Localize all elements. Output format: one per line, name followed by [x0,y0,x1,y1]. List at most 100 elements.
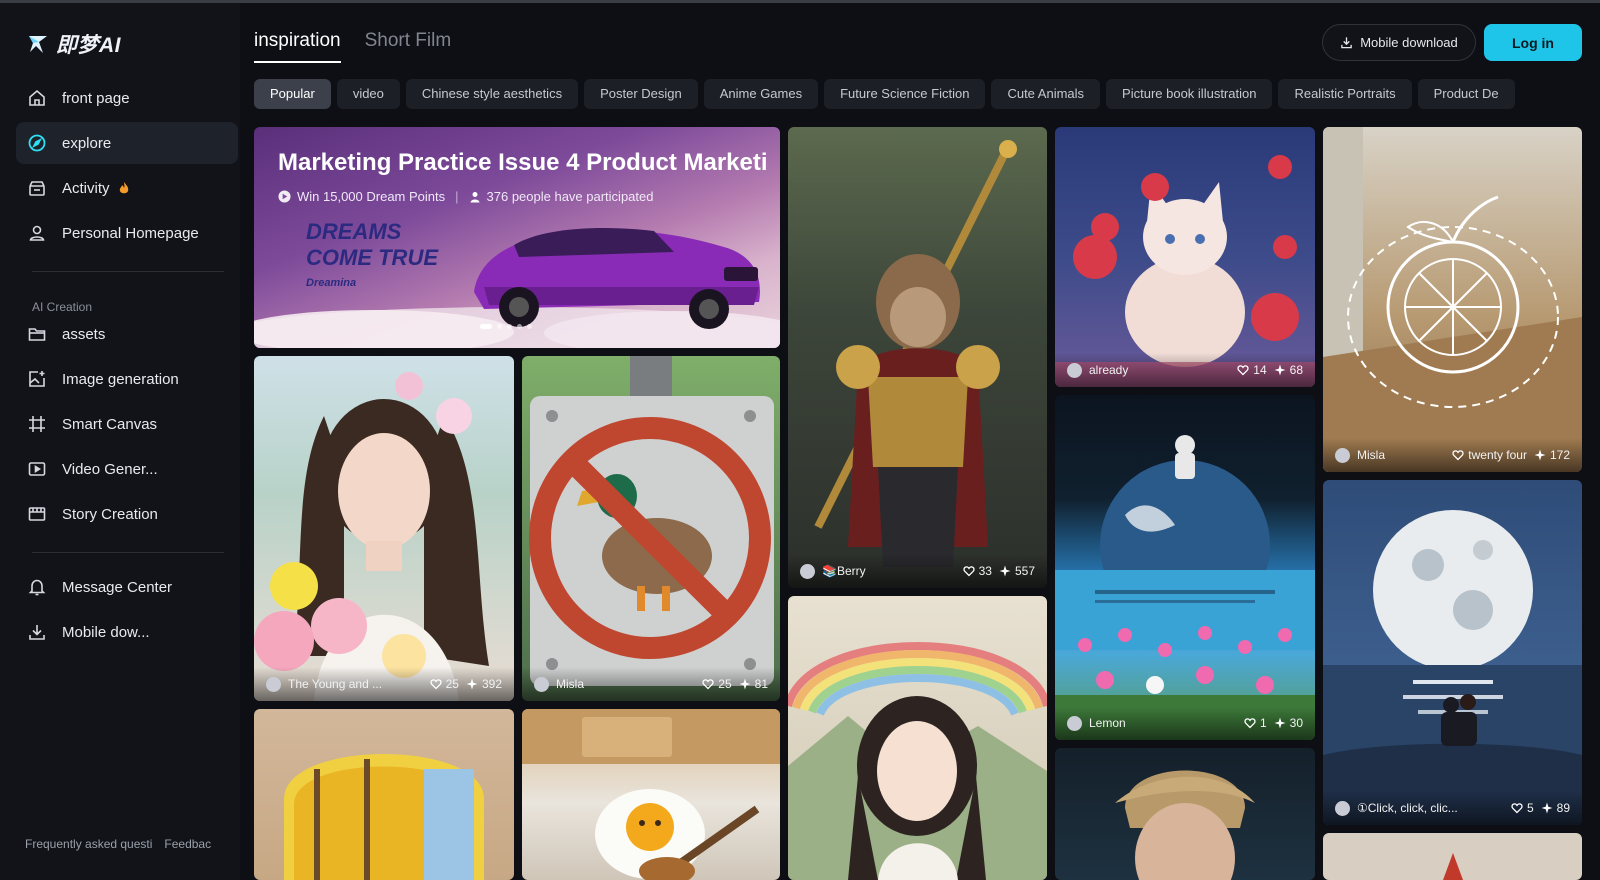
download-label: Mobile download [1360,35,1458,50]
like-stat[interactable]: 14 [1237,363,1267,377]
gallery-card[interactable]: The Young and ... 25 392 [254,356,514,701]
category-chip[interactable]: Cute Animals [991,79,1101,109]
remix-stat[interactable]: 172 [1534,448,1570,462]
app-logo[interactable]: 即梦AI [26,29,121,59]
like-stat[interactable]: 25 [702,677,732,691]
image-gen-icon [26,368,48,390]
tab-inspiration[interactable]: inspiration [254,30,341,63]
avatar[interactable] [800,563,815,579]
author-name[interactable]: ①Click, click, clic... [1357,801,1504,815]
nav-mobile-download[interactable]: Mobile dow... [16,611,238,653]
gallery-card[interactable]: Misla twenty four 172 [1323,127,1582,472]
card-image [1323,127,1582,472]
category-chip[interactable]: Popular [254,79,331,109]
gallery-card[interactable]: Lemon 1 30 [1055,395,1315,740]
nav-assets[interactable]: assets [16,313,238,355]
card-image [1443,853,1463,880]
author-name[interactable]: Misla [1357,448,1445,462]
mobile-download-button[interactable]: Mobile download [1322,24,1476,61]
gallery-card[interactable]: ①Click, click, clic... 5 89 [1323,480,1582,825]
banner-participants: 376 people have participated [486,189,654,204]
like-stat[interactable]: 33 [962,564,992,578]
avatar[interactable] [266,676,281,692]
banner-title: Marketing Practice Issue 4 Product Marke… [278,149,768,176]
author-name[interactable]: Lemon [1089,716,1237,730]
nav-label: Activity [62,179,110,197]
category-chip[interactable]: Anime Games [703,79,819,109]
gallery-card[interactable] [788,596,1047,880]
like-stat[interactable]: twenty four [1452,448,1527,462]
feedback-link[interactable]: Feedbac [164,837,211,851]
gallery-card[interactable] [1055,748,1315,880]
video-icon [26,458,48,480]
tab-short-film[interactable]: Short Film [365,30,452,63]
nav-activity[interactable]: Activity [16,167,238,209]
avatar[interactable] [1067,715,1082,731]
like-stat[interactable]: 5 [1511,801,1534,815]
login-button[interactable]: Log in [1484,24,1582,61]
nav-image-generation[interactable]: Image generation [16,358,238,400]
author-name[interactable]: Misla [556,677,695,691]
remix-count: 89 [1556,801,1570,815]
nav-smart-canvas[interactable]: Smart Canvas [16,403,238,445]
card-meta: ①Click, click, clic... 5 89 [1323,791,1582,825]
category-chip[interactable]: Future Science Fiction [824,79,986,109]
carousel-dot[interactable] [517,324,522,329]
logo-star-icon [29,36,47,53]
slogan-line: DREAMS [306,219,402,244]
nav-video-generation[interactable]: Video Gener... [16,448,238,490]
sidebar-divider [32,271,224,272]
category-chip[interactable]: Poster Design [584,79,698,109]
remix-stat[interactable]: 68 [1274,363,1303,377]
avatar[interactable] [1067,362,1082,378]
author-name[interactable]: already [1089,363,1230,377]
like-count: 1 [1259,716,1267,730]
carousel-dot[interactable] [497,324,502,329]
faq-link[interactable]: Frequently asked questi [25,837,152,851]
nav-story-creation[interactable]: Story Creation [16,493,238,535]
download-icon [1341,37,1352,49]
gallery-card[interactable] [254,709,514,880]
nav-personal-homepage[interactable]: Personal Homepage [16,212,238,254]
like-count: 33 [978,564,992,578]
author-name[interactable]: The Young and ... [288,677,423,691]
category-chip[interactable]: Picture book illustration [1106,79,1273,109]
like-stat[interactable]: 1 [1244,716,1267,730]
category-chip[interactable]: video [336,79,400,109]
carousel-dot[interactable] [527,324,532,329]
card-meta: already 14 68 [1055,353,1315,387]
category-chip[interactable]: Product De [1417,79,1515,109]
gallery-card[interactable] [1323,833,1582,880]
remix-stat[interactable]: 81 [739,677,768,691]
category-chip[interactable]: Chinese style aesthetics [405,79,579,109]
avatar[interactable] [1335,447,1350,463]
nav-label: Message Center [62,578,173,596]
nav-front-page[interactable]: front page [16,77,238,119]
campaign-banner[interactable]: Marketing Practice Issue 4 Product Marke… [254,127,780,348]
gallery-card[interactable] [522,709,780,880]
carousel-dot[interactable] [480,324,492,329]
gallery-card[interactable]: 📚Berry 33 557 [788,127,1047,588]
remix-stat[interactable]: 392 [466,677,502,691]
nav-explore[interactable]: explore [16,122,238,164]
remix-stat[interactable]: 557 [999,564,1035,578]
author-name[interactable]: 📚Berry [822,564,956,578]
like-stat[interactable]: 25 [429,677,459,691]
people-icon [470,191,480,202]
remix-stat[interactable]: 30 [1274,716,1303,730]
section-title-ai-creation: AI Creation [32,300,93,314]
gallery-card[interactable]: Misla 25 81 [522,356,780,701]
sparkle-icon [466,678,478,690]
nav-message-center[interactable]: Message Center [16,566,238,608]
category-chip[interactable]: Realistic Portraits [1278,79,1412,109]
carousel-dot[interactable] [507,324,512,329]
remix-count: 68 [1289,363,1303,377]
compass-icon [26,132,48,154]
remix-stat[interactable]: 89 [1541,801,1570,815]
content-tabs: inspiration Short Film [254,30,451,63]
carousel-dots[interactable] [480,324,532,329]
avatar[interactable] [1335,800,1350,816]
remix-count: 172 [1549,448,1570,462]
avatar[interactable] [534,676,549,692]
gallery-card[interactable]: already 14 68 [1055,127,1315,387]
